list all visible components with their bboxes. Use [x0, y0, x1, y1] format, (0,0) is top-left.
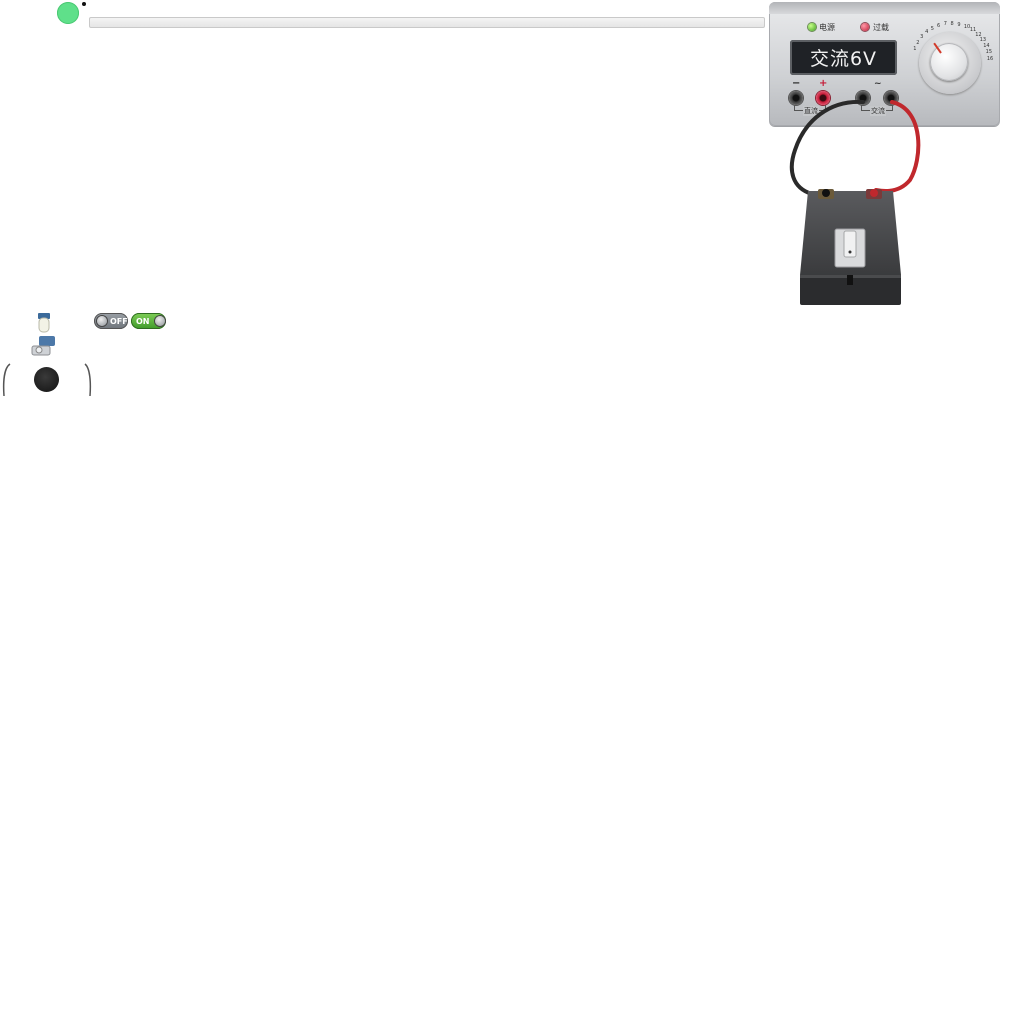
bulb-holder[interactable]	[30, 312, 62, 362]
power-supply-rim	[769, 2, 1000, 14]
dial-tick-label: 14	[983, 42, 990, 49]
voltage-display: 交流6V	[790, 40, 897, 75]
dial-tick-label: 6	[937, 22, 941, 29]
switch-off-label: OFF	[110, 316, 128, 326]
dial-tick-label: 8	[950, 21, 954, 28]
progress-bar	[89, 17, 765, 28]
power-indicator-label: 电源	[819, 23, 835, 32]
load-box	[800, 189, 901, 305]
lead-wire-right[interactable]	[83, 362, 95, 398]
dial-tick-label: 15	[985, 48, 993, 55]
dial-tick-label: 16	[986, 55, 994, 62]
dial-tick-label: 2	[916, 39, 920, 46]
switch-on-toggle[interactable]: ON	[131, 313, 166, 329]
red-wire[interactable]	[874, 100, 921, 193]
dial-tick-label: 3	[920, 34, 924, 41]
lead-wire-left[interactable]	[0, 362, 12, 398]
black-wire[interactable]	[789, 99, 865, 197]
overload-indicator-label: 过载	[873, 23, 889, 32]
voltage-knob[interactable]	[930, 43, 968, 81]
dial-tick-label: 4	[925, 29, 929, 36]
dial-tick-label: 7	[943, 21, 947, 28]
status-indicator	[57, 2, 79, 24]
switch-on-label: ON	[136, 316, 150, 326]
switch-off-toggle[interactable]: OFF	[94, 313, 128, 329]
resistor-disc[interactable]	[34, 367, 59, 392]
dial-tick-label: 1	[913, 46, 917, 52]
overload-led-icon	[861, 23, 869, 31]
dial-tick-label: 9	[957, 21, 961, 28]
switch-knob-icon	[154, 316, 165, 326]
ac-sign: ~	[874, 79, 882, 89]
dial-tick-label: 5	[930, 25, 934, 32]
dc-positive-sign: +	[819, 78, 828, 89]
tiny-dot-icon	[82, 2, 86, 6]
switch-knob-icon	[97, 316, 107, 326]
power-led-icon	[808, 23, 816, 31]
dc-negative-sign: −	[792, 78, 801, 89]
load-box-body	[800, 189, 901, 305]
